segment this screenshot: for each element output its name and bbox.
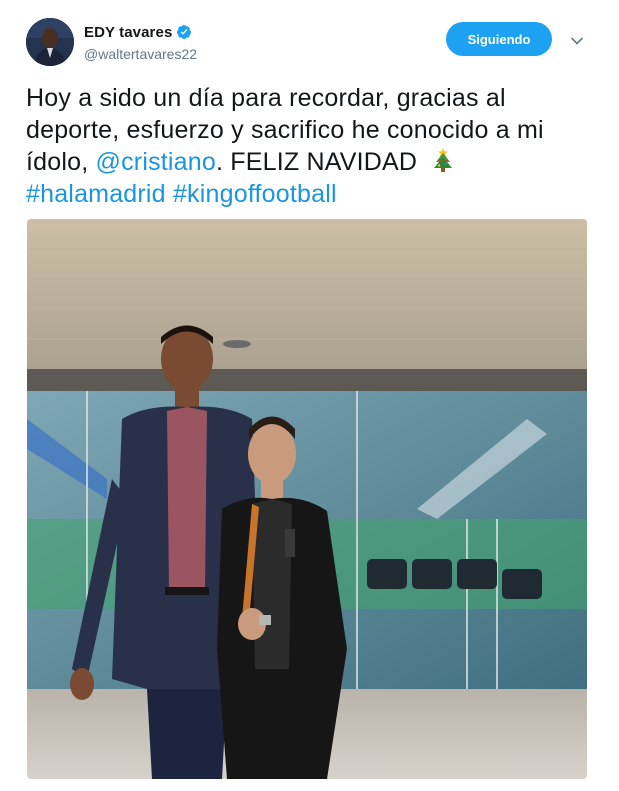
display-name-row: EDY tavares: [84, 22, 197, 42]
tweet-text: Hoy a sido un día para recordar, gracias…: [26, 82, 594, 210]
avatar[interactable]: [26, 18, 74, 66]
hashtag-kingoffootball[interactable]: #kingoffootball: [173, 180, 337, 208]
tweet-photo[interactable]: [27, 219, 587, 779]
tweet-card: EDY tavares @waltertavares22 Siguiendo H…: [0, 0, 619, 791]
tweet-text-part2: . FELIZ NAVIDAD: [216, 148, 425, 176]
user-handle[interactable]: @waltertavares22: [84, 46, 197, 62]
tweet-header: EDY tavares @waltertavares22 Siguiendo: [26, 18, 596, 68]
user-names: EDY tavares @waltertavares22: [84, 22, 197, 63]
hashtag-halamadrid[interactable]: #halamadrid: [26, 180, 166, 208]
avatar-image: [26, 18, 74, 66]
photo-image: [27, 219, 587, 779]
christmas-tree-icon: [430, 147, 456, 173]
chevron-down-icon: [571, 37, 583, 45]
following-button[interactable]: Siguiendo: [446, 22, 552, 56]
mention-link[interactable]: @cristiano: [96, 148, 216, 176]
display-name[interactable]: EDY tavares: [84, 24, 172, 41]
tweet-menu-button[interactable]: [566, 30, 588, 52]
verified-badge-icon: [176, 24, 192, 40]
